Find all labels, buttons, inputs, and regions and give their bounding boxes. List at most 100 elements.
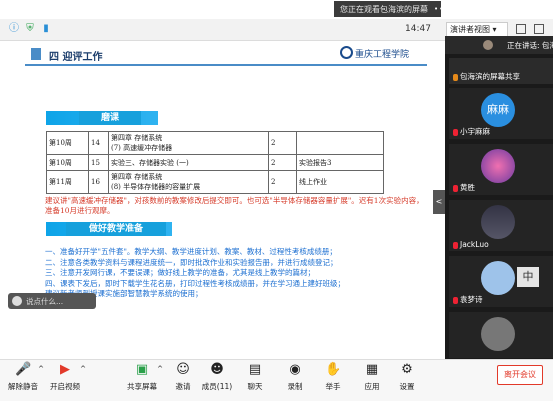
table-cell: 线上作业: [296, 170, 384, 194]
camera-icon: ▶: [60, 362, 70, 377]
panel-collapse-handle[interactable]: <: [433, 190, 445, 214]
mic-muted-icon: [453, 241, 458, 249]
chat-icon: ▤: [248, 362, 262, 377]
speaking-text: 正在讲话: 包海: [507, 41, 553, 50]
table-cell: 第10周: [46, 154, 89, 171]
apps-label: 应用: [364, 382, 380, 391]
record-icon: ◉: [289, 362, 301, 377]
table-cell: 第11周: [46, 170, 89, 194]
invite-button[interactable]: ☺ 邀请: [166, 363, 200, 392]
avatar: 麻麻: [481, 93, 515, 127]
mic-icon: 🎤: [15, 362, 32, 377]
share-screen-label: 共享屏幕: [127, 382, 157, 391]
unmute-label: 解除静音: [8, 382, 38, 391]
section-label-2: 做好教学准备: [66, 222, 166, 236]
mic-muted-icon: [453, 73, 458, 81]
table-cell: [296, 131, 384, 155]
table-cell: 14: [88, 131, 109, 155]
signal-icon[interactable]: ▮: [40, 23, 52, 35]
table-cell: 16: [88, 170, 109, 194]
view-mode-label: 演讲者视图: [450, 25, 490, 34]
section-title: 迎评工作: [62, 52, 103, 63]
speaker-avatar: [483, 40, 493, 50]
meeting-clock: 14:47: [405, 24, 431, 34]
view-mode-button[interactable]: 演讲者视图 ▾: [446, 22, 508, 37]
list-item: 一、准备好开学"五件套"。教学大纲、教学进度计划、教案、教材、过程性考核成绩册；: [45, 247, 337, 256]
participant-tile[interactable]: 黄胜: [449, 144, 553, 195]
window-layout-icon[interactable]: [534, 24, 544, 34]
chevron-up-icon[interactable]: ^: [80, 365, 86, 373]
participants-button[interactable]: ☻ 成员(11): [200, 363, 234, 392]
participant-tile[interactable]: [449, 312, 553, 358]
table-row: 第10周 14 第四章 存储系统 (7) 高速缓冲存储器 2: [46, 131, 384, 155]
section-label-1: 磨课: [79, 111, 141, 125]
table-row: 第11周 16 第四章 存储系统 (8) 半导体存储器的容量扩展 2 线上作业: [46, 170, 384, 194]
slide-title: 四 迎评工作: [49, 48, 102, 63]
screen-share-banner: 您正在观看包海滨的屏幕 •••: [334, 1, 448, 17]
participant-tile[interactable]: 包海滨的屏幕共享: [449, 58, 553, 84]
avatar: [481, 317, 515, 351]
participants-icon: ☻: [210, 362, 224, 377]
shield-icon[interactable]: ⛨: [24, 23, 36, 35]
unmute-button[interactable]: 🎤 解除静音 ^: [6, 362, 44, 392]
list-item: 四、课表下发后，即时下载学生花名册，打印过程性考核成绩册，并在学习通上建好班级；: [45, 278, 345, 288]
schedule-table: 第10周 14 第四章 存储系统 (7) 高速缓冲存储器 2 第10周 15 实…: [46, 131, 384, 194]
hand-icon: ✋: [325, 362, 342, 377]
participant-tile[interactable]: JackLuo: [449, 200, 553, 251]
table-cell: 实验报告3: [296, 154, 384, 171]
start-video-button[interactable]: ▶ 开启视频 ^: [48, 362, 86, 392]
table-cell: 第四章 存储系统 (7) 高速缓冲存储器: [108, 131, 269, 155]
share-screen-button[interactable]: ▣ 共享屏幕 ^: [125, 362, 163, 392]
record-label: 录制: [287, 382, 303, 391]
info-icon[interactable]: ⓘ: [8, 23, 20, 35]
ime-indicator[interactable]: 中: [517, 267, 539, 287]
participant-name: JackLuo: [453, 240, 489, 249]
slide-header: 四 迎评工作 重庆工程学院: [25, 44, 427, 66]
table-cell: 实验三、存储器实验 (一): [108, 154, 269, 171]
participant-name: 黄胜: [453, 182, 475, 193]
mic-muted-icon: [453, 128, 458, 136]
avatar: [481, 149, 515, 183]
chat-button[interactable]: ▤ 聊天: [238, 363, 272, 392]
preparation-list: 一、准备好开学"五件套"。教学大纲、教学进度计划、教案、教材、过程性考核成绩册；…: [45, 247, 425, 300]
mic-muted-icon: [453, 184, 458, 192]
fullscreen-icon[interactable]: [516, 24, 526, 34]
mic-muted-icon: [453, 296, 458, 304]
settings-button[interactable]: ⚙ 设置: [390, 363, 424, 392]
table-cell: 2: [268, 170, 297, 194]
speaking-indicator: 正在讲话: 包海: [445, 36, 553, 54]
participant-tile[interactable]: 麻麻 小宇麻麻: [449, 88, 553, 139]
table-cell: 2: [268, 154, 297, 171]
chevron-up-icon[interactable]: ^: [38, 365, 44, 373]
table-row: 第10周 15 实验三、存储器实验 (一) 2 实验报告3: [46, 154, 384, 171]
chat-label: 聊天: [247, 382, 263, 391]
raise-hand-label: 举手: [325, 382, 341, 391]
leave-meeting-button[interactable]: 离开会议: [497, 365, 543, 385]
chevron-up-icon[interactable]: ^: [157, 365, 163, 373]
table-cell: 第四章 存储系统 (8) 半导体存储器的容量扩展: [108, 170, 269, 194]
apps-button[interactable]: ▦ 应用: [355, 363, 389, 392]
avatar: [481, 205, 515, 239]
list-item: 三、注意开发网行课，不要误课；做好线上教学的准备，尤其是线上教学的篇材；: [45, 268, 315, 277]
meeting-toolbar: 🎤 解除静音 ^ ▶ 开启视频 ^ ▣ 共享屏幕 ^ ☺ 邀请 ☻ 成员(11)…: [0, 359, 553, 401]
chevron-down-icon: ▾: [492, 25, 497, 34]
banner-text: 您正在观看包海滨的屏幕: [340, 4, 428, 14]
share-screen-icon: ▣: [135, 362, 149, 377]
chat-placeholder: 说点什么...: [26, 296, 64, 306]
table-cell: 第10周: [46, 131, 89, 155]
emoji-icon[interactable]: [12, 296, 22, 306]
chat-input[interactable]: 说点什么...: [8, 293, 96, 309]
banner-more-button[interactable]: •••: [434, 5, 449, 13]
apps-icon: ▦: [365, 362, 379, 377]
school-logo: 重庆工程学院: [355, 50, 410, 60]
invite-icon: ☺: [176, 362, 190, 377]
list-item: 建议新老师到授课实施部智慧教学系统的使用；: [45, 289, 203, 298]
participant-name: 袁梦诗: [453, 294, 483, 305]
settings-label: 设置: [399, 382, 415, 391]
school-seal-icon: [340, 46, 353, 59]
participant-name: 包海滨的屏幕共享: [453, 71, 520, 82]
table-cell: 2: [268, 131, 297, 155]
record-button[interactable]: ◉ 录制: [278, 363, 312, 392]
avatar: [481, 261, 515, 295]
raise-hand-button[interactable]: ✋ 举手: [316, 363, 350, 392]
